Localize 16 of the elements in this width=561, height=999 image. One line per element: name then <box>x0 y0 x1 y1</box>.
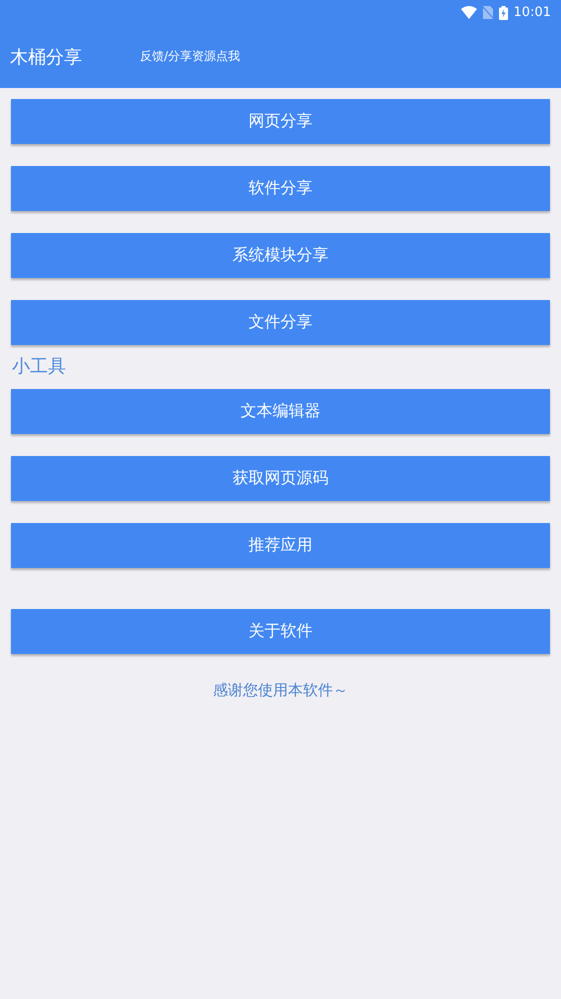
status-time: 10:01 <box>514 5 551 20</box>
menu-button[interactable]: 文本编辑器 <box>11 389 550 434</box>
section-title: 小工具 <box>12 355 67 379</box>
menu-button[interactable]: 推荐应用 <box>11 523 550 568</box>
feedback-link[interactable]: 反馈/分享资源点我 <box>140 48 240 65</box>
menu-button[interactable]: 文件分享 <box>11 300 550 345</box>
app-title: 木桶分享 <box>10 46 83 68</box>
menu-button[interactable]: 关于软件 <box>11 609 550 654</box>
no-sim-icon <box>482 6 493 19</box>
battery-charging-icon <box>498 6 508 20</box>
wifi-icon <box>460 6 477 19</box>
thanks-text: 感谢您使用本软件～ <box>213 681 348 700</box>
menu-button[interactable]: 软件分享 <box>11 166 550 211</box>
menu-button[interactable]: 获取网页源码 <box>11 456 550 501</box>
menu-button[interactable]: 系统模块分享 <box>11 233 550 278</box>
menu-button[interactable]: 网页分享 <box>11 99 550 144</box>
